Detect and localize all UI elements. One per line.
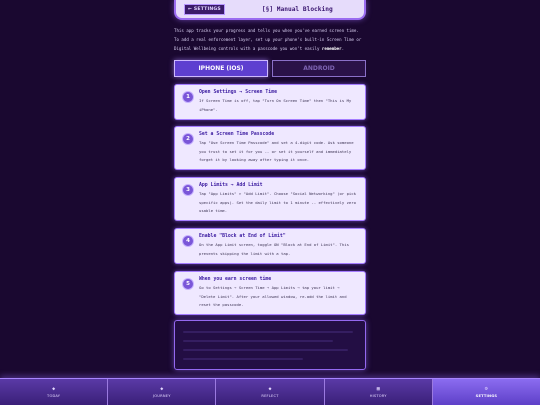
step-title: Set a Screen Time Passcode xyxy=(199,132,275,137)
back-to-settings-button[interactable]: ← SETTINGS xyxy=(184,3,225,15)
tab-iphone-ios[interactable]: IPHONE (IOS) xyxy=(174,60,268,77)
step-number-badge: 5 xyxy=(182,278,194,290)
nav-tab-history[interactable]: ▦ HISTORY xyxy=(324,379,433,405)
step-card: 2 Set a Screen Time Passcode Tap "Use Sc… xyxy=(174,126,366,170)
step-title: When you earn screen time xyxy=(199,277,272,282)
platform-toggle: IPHONE (IOS) ANDROID xyxy=(174,60,366,77)
manual-blocking-screen: ← SETTINGS [§] Manual Blocking This app … xyxy=(0,0,540,405)
diamond-icon: ◆ xyxy=(160,386,164,392)
grid-icon: ▦ xyxy=(376,386,380,392)
faded-note-box xyxy=(174,320,366,370)
nav-label: TODAY xyxy=(47,394,61,398)
step-description: On the App Limit screen, toggle ON "Bloc… xyxy=(199,242,349,256)
step-card: 3 App Limits → Add Limit Tap "App Limits… xyxy=(174,177,366,221)
step-number-badge: 1 xyxy=(182,91,194,103)
step-number-badge: 2 xyxy=(182,133,194,145)
step-card: 5 When you earn screen time Go to Settin… xyxy=(174,271,366,315)
nav-tab-settings[interactable]: ⚙ SETTINGS xyxy=(432,379,540,405)
nav-label: HISTORY xyxy=(369,394,387,398)
intro-emphasis: remember xyxy=(321,46,342,51)
gear-icon: ⚙ xyxy=(484,386,488,392)
nav-label: JOURNEY xyxy=(153,394,171,398)
step-card: 4 Enable "Block at End of Limit" On the … xyxy=(174,228,366,264)
diamond-icon: ◆ xyxy=(52,386,56,392)
step-number-badge: 4 xyxy=(182,235,194,247)
step-title: App Limits → Add Limit xyxy=(199,183,263,188)
page-title: [§] Manual Blocking xyxy=(261,5,333,13)
step-description: If Screen Time is off, tap "Turn On Scre… xyxy=(199,98,352,112)
nav-tab-reflect[interactable]: ◆ REFLECT xyxy=(216,379,325,405)
faded-text-line xyxy=(183,331,353,333)
tab-android[interactable]: ANDROID xyxy=(272,60,366,77)
step-title: Open Settings → Screen Time xyxy=(199,90,277,95)
diamond-icon: ◆ xyxy=(268,386,272,392)
step-number-badge: 3 xyxy=(182,184,194,196)
nav-label: REFLECT xyxy=(261,394,279,398)
top-header: ← SETTINGS [§] Manual Blocking xyxy=(174,0,366,20)
faded-text-line xyxy=(183,358,303,360)
intro-text-end: . xyxy=(341,46,345,51)
step-title: Enable "Block at End of Limit" xyxy=(199,234,286,239)
step-description: Tap "Use Screen Time Passcode" and set a… xyxy=(199,140,354,162)
nav-label: SETTINGS xyxy=(475,394,498,398)
intro-text: This app tracks your progress and tells … xyxy=(174,26,366,53)
step-card: 1 Open Settings → Screen Time If Screen … xyxy=(174,84,366,120)
nav-tab-today[interactable]: ◆ TODAY xyxy=(0,379,109,405)
bottom-navigation: ◆ TODAY ◆ JOURNEY ◆ REFLECT ▦ HISTORY ⚙ … xyxy=(0,378,540,405)
faded-text-line xyxy=(183,349,348,351)
step-description: Tap "App Limits" > "Add Limit". Choose "… xyxy=(199,191,356,213)
faded-text-line xyxy=(183,340,333,342)
step-description: Go to Settings → Screen Time → App Limit… xyxy=(199,285,347,307)
nav-tab-journey[interactable]: ◆ JOURNEY xyxy=(108,379,217,405)
